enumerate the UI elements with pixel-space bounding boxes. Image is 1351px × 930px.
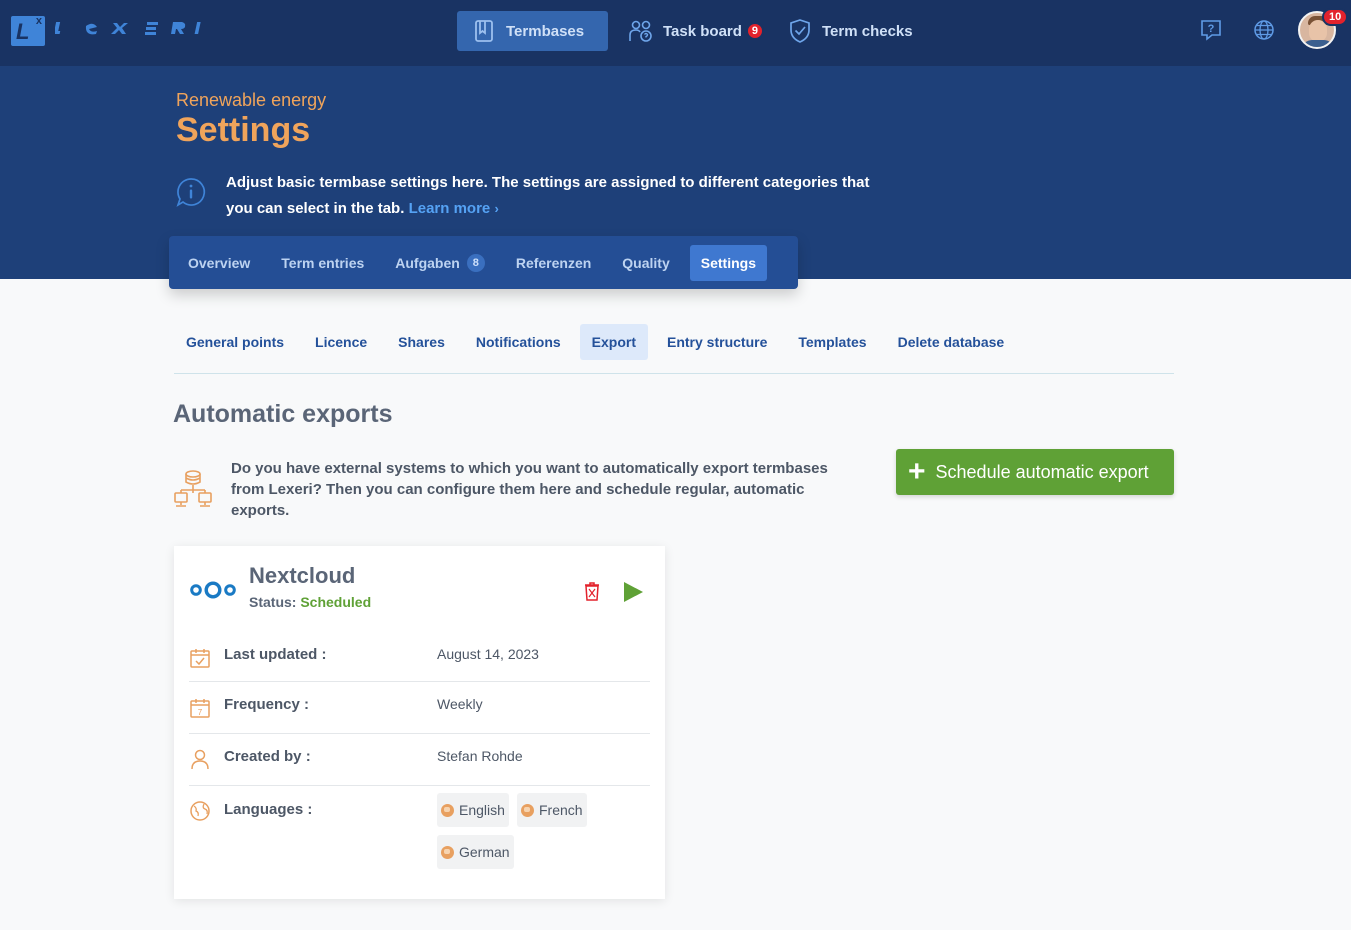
created-by-value: Stefan Rohde	[437, 748, 523, 764]
globe-icon[interactable]	[1251, 17, 1277, 43]
logo-mark: Lx	[11, 15, 45, 46]
section-description: Do you have external systems to which yo…	[231, 460, 828, 519]
subtab-delete-database[interactable]: Delete database	[886, 324, 1017, 360]
language-globe-icon	[441, 845, 454, 859]
shield-check-icon	[787, 18, 813, 44]
last-updated-label: Last updated :	[224, 646, 327, 663]
tab-quality[interactable]: Quality	[611, 245, 680, 281]
team-icon	[628, 18, 654, 44]
subtab-export[interactable]: Export	[579, 324, 648, 360]
info-icon	[175, 176, 207, 213]
play-icon[interactable]	[621, 580, 645, 609]
nav-task-board-label: Task board	[663, 22, 742, 40]
tab-referenzen-label: Referenzen	[515, 254, 592, 271]
tab-settings-label: Settings	[700, 254, 756, 271]
chevron-right-icon: ›	[494, 201, 499, 216]
tab-term-entries[interactable]: Term entries	[270, 245, 375, 281]
lexeri-logo[interactable]: Lx	[11, 15, 201, 46]
subtab-licence[interactable]: Licence	[303, 324, 379, 360]
tab-referenzen[interactable]: Referenzen	[505, 245, 602, 281]
subtab-templates[interactable]: Templates	[786, 324, 878, 360]
learn-more-link[interactable]: Learn more ›	[409, 200, 499, 217]
settings-subtabs: General points Licence Shares Notificati…	[174, 324, 1174, 374]
status-label: Status:	[249, 594, 297, 610]
book-icon	[471, 18, 497, 44]
subtab-shares[interactable]: Shares	[386, 324, 457, 360]
language-chip-english: English	[437, 793, 509, 827]
top-navigation-bar: Lx Termbases Task board 9 Term checks ? …	[0, 0, 1351, 66]
page-title: Settings	[176, 111, 311, 149]
delete-trash-icon[interactable]	[581, 580, 603, 607]
help-icon[interactable]: ?	[1198, 17, 1224, 43]
tab-overview-label: Overview	[188, 254, 251, 271]
logo-wordmark	[51, 18, 201, 44]
svg-text:7: 7	[198, 708, 203, 717]
settings-info-text: Adjust basic termbase settings here. The…	[226, 170, 896, 222]
termbase-tabs: Overview Term entries Aufgaben 8 Referenz…	[169, 236, 798, 289]
frequency-row: 7 Frequency : Weekly	[189, 682, 650, 734]
languages-row: Languages : English French German	[189, 786, 650, 886]
export-status: Status: Scheduled	[249, 594, 371, 610]
nav-task-board[interactable]: Task board 9	[626, 11, 764, 51]
subtab-general-points[interactable]: General points	[174, 324, 296, 360]
task-board-count-badge: 9	[745, 22, 764, 40]
created-by-row: Created by : Stefan Rohde	[189, 734, 650, 786]
aufgaben-count-badge: 8	[466, 253, 485, 272]
subtab-notifications[interactable]: Notifications	[464, 324, 573, 360]
last-updated-row: Last updated : August 14, 2023	[189, 632, 650, 682]
last-updated-value: August 14, 2023	[437, 646, 539, 662]
termbase-name: Renewable energy	[176, 90, 327, 110]
logo-wordmark-glyphs	[51, 22, 201, 35]
user-icon	[189, 748, 211, 775]
language-name: English	[459, 802, 505, 818]
nav-termbases-label: Termbases	[506, 22, 585, 40]
language-name: German	[459, 844, 510, 860]
tab-aufgaben-label: Aufgaben	[395, 254, 460, 271]
languages-label: Languages :	[224, 801, 313, 818]
language-chip-french: French	[517, 793, 587, 827]
nav-termbases[interactable]: Termbases	[457, 11, 608, 51]
tab-term-entries-label: Term entries	[281, 254, 365, 271]
nav-term-checks[interactable]: Term checks	[785, 11, 913, 51]
schedule-button-label: Schedule automatic export	[935, 461, 1149, 482]
nextcloud-logo-icon	[190, 581, 236, 604]
subtab-entry-structure[interactable]: Entry structure	[655, 324, 779, 360]
globe-languages-icon	[189, 800, 211, 827]
created-by-label: Created by :	[224, 748, 311, 765]
nav-term-checks-label: Term checks	[822, 22, 913, 40]
calendar-check-icon	[189, 647, 211, 674]
language-chip-german: German	[437, 835, 514, 869]
section-title: Automatic exports	[173, 400, 393, 428]
notification-count-badge: 10	[1322, 8, 1349, 26]
language-name: French	[539, 802, 583, 818]
tab-settings[interactable]: Settings	[689, 244, 767, 281]
status-value: Scheduled	[300, 594, 372, 610]
plus-icon: +	[908, 455, 926, 488]
schedule-automatic-export-button[interactable]: + Schedule automatic export	[896, 449, 1174, 495]
svg-text:?: ?	[1208, 23, 1215, 35]
frequency-label: Frequency :	[224, 696, 310, 713]
tab-overview[interactable]: Overview	[177, 245, 261, 281]
database-network-icon	[172, 469, 214, 514]
language-globe-icon	[441, 803, 454, 817]
learn-more-label: Learn more	[408, 200, 491, 217]
export-target-name: Nextcloud	[249, 563, 356, 588]
export-card: Nextcloud Status: Scheduled Last updated…	[174, 546, 665, 899]
tab-aufgaben[interactable]: Aufgaben 8	[384, 244, 496, 282]
language-globe-icon	[521, 803, 534, 817]
settings-info-body: Adjust basic termbase settings here. The…	[226, 174, 870, 217]
tab-quality-label: Quality	[622, 254, 670, 271]
frequency-value: Weekly	[437, 696, 483, 712]
calendar-icon: 7	[189, 697, 211, 724]
